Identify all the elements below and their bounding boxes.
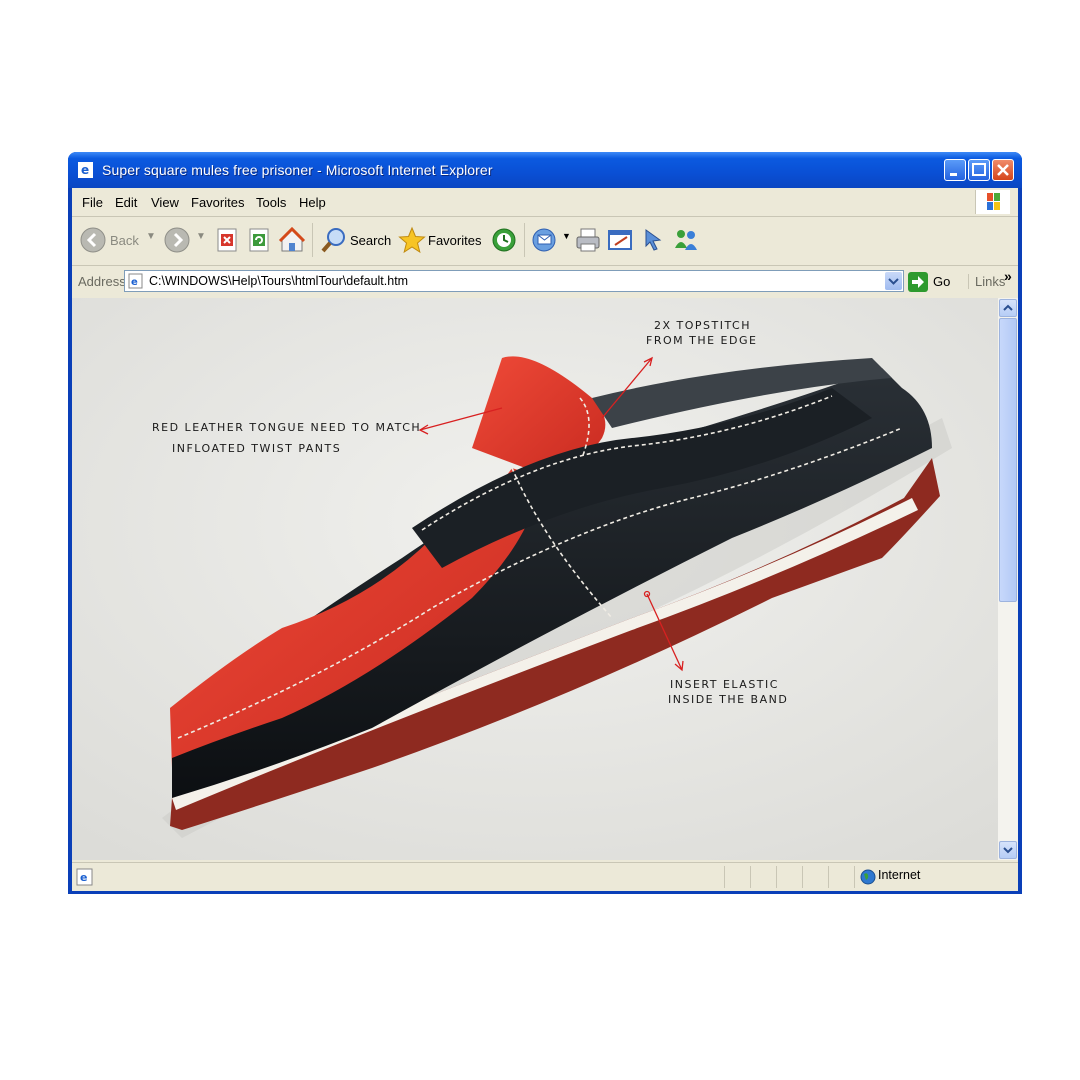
status-divider bbox=[828, 866, 829, 888]
annotation-tongue-line1: RED LEATHER TONGUE NEED TO MATCH bbox=[152, 421, 422, 434]
status-divider bbox=[802, 866, 803, 888]
status-bar: e Internet bbox=[72, 862, 1018, 891]
standard-toolbar: Back ▼ ▼ Search Favorites ▼ bbox=[72, 217, 1018, 266]
status-divider bbox=[750, 866, 751, 888]
menu-view[interactable]: View bbox=[151, 195, 179, 210]
annotation-elastic-line2: INSIDE THE BAND bbox=[668, 693, 789, 706]
shoe-image bbox=[72, 298, 998, 860]
page-content: 2X TOPSTITCH FROM THE EDGE RED LEATHER T… bbox=[72, 298, 998, 860]
forward-icon[interactable] bbox=[164, 227, 190, 253]
page-icon: e bbox=[128, 273, 143, 289]
edit-icon[interactable] bbox=[606, 226, 634, 254]
refresh-icon[interactable] bbox=[248, 228, 270, 252]
favorites-star-icon[interactable] bbox=[398, 226, 426, 254]
chevron-down-icon bbox=[1003, 847, 1013, 854]
links-button[interactable]: Links bbox=[968, 274, 1005, 289]
address-dropdown-button[interactable] bbox=[885, 272, 902, 290]
minimize-button[interactable] bbox=[944, 159, 966, 181]
address-label: Address bbox=[78, 274, 126, 289]
svg-text:e: e bbox=[131, 277, 138, 288]
home-icon[interactable] bbox=[278, 226, 306, 254]
stop-icon[interactable] bbox=[216, 228, 238, 252]
toolbar-overflow-icon[interactable]: » bbox=[1004, 268, 1012, 284]
print-icon[interactable] bbox=[574, 226, 602, 254]
menu-bar: File Edit View Favorites Tools Help bbox=[72, 188, 1018, 217]
minimize-icon bbox=[950, 173, 957, 176]
annotation-elastic-line1: INSERT ELASTIC bbox=[670, 678, 779, 691]
browser-chrome: File Edit View Favorites Tools Help Back… bbox=[72, 188, 1018, 891]
mail-icon[interactable] bbox=[532, 226, 560, 254]
maximize-icon bbox=[972, 163, 986, 176]
status-divider bbox=[854, 866, 855, 888]
menu-file[interactable]: File bbox=[82, 195, 103, 210]
chevron-up-icon bbox=[1003, 304, 1013, 311]
page-status-icon: e bbox=[76, 868, 93, 886]
address-text[interactable]: C:\WINDOWS\Help\Tours\htmlTour\default.h… bbox=[149, 274, 408, 288]
status-divider bbox=[776, 866, 777, 888]
go-arrow-icon[interactable] bbox=[908, 272, 928, 292]
security-zone-label: Internet bbox=[878, 868, 921, 882]
status-divider bbox=[724, 866, 725, 888]
windows-logo bbox=[975, 190, 1010, 214]
vertical-scrollbar[interactable] bbox=[998, 298, 1018, 860]
search-icon[interactable] bbox=[320, 226, 348, 254]
maximize-button[interactable] bbox=[968, 159, 990, 181]
messenger-icon[interactable] bbox=[672, 226, 700, 254]
favorites-label[interactable]: Favorites bbox=[428, 233, 481, 248]
title-bar[interactable]: e Super square mules free prisoner - Mic… bbox=[68, 152, 1022, 188]
window-title: Super square mules free prisoner - Micro… bbox=[102, 162, 493, 178]
annotation-topstitch-line2: FROM THE EDGE bbox=[646, 334, 758, 347]
menu-favorites[interactable]: Favorites bbox=[191, 195, 244, 210]
windows-flag-icon bbox=[987, 193, 1000, 210]
svg-text:e: e bbox=[81, 163, 89, 177]
scroll-up-button[interactable] bbox=[999, 299, 1017, 317]
ie-icon: e bbox=[78, 162, 93, 178]
globe-icon bbox=[860, 869, 876, 885]
scroll-thumb[interactable] bbox=[999, 318, 1017, 602]
chevron-down-icon bbox=[888, 278, 899, 285]
scroll-down-button[interactable] bbox=[999, 841, 1017, 859]
search-label[interactable]: Search bbox=[350, 233, 391, 248]
menu-help[interactable]: Help bbox=[299, 195, 326, 210]
menu-tools[interactable]: Tools bbox=[256, 195, 286, 210]
mail-dropdown-icon[interactable]: ▼ bbox=[562, 231, 571, 241]
back-icon[interactable] bbox=[80, 227, 106, 253]
browser-window: e Super square mules free prisoner - Mic… bbox=[68, 152, 1022, 894]
go-button[interactable]: Go bbox=[933, 274, 950, 289]
research-icon[interactable] bbox=[640, 226, 666, 254]
annotation-tongue-line2: INFLOATED TWIST PANTS bbox=[172, 442, 342, 455]
back-dropdown-icon[interactable]: ▼ bbox=[146, 231, 156, 242]
close-button[interactable] bbox=[992, 159, 1014, 181]
close-icon bbox=[997, 164, 1009, 176]
svg-text:e: e bbox=[80, 871, 87, 884]
address-bar: Address e C:\WINDOWS\Help\Tours\htmlTour… bbox=[72, 266, 1018, 296]
annotation-topstitch-line1: 2X TOPSTITCH bbox=[654, 319, 752, 332]
forward-dropdown-icon[interactable]: ▼ bbox=[196, 231, 206, 242]
history-icon[interactable] bbox=[490, 226, 518, 254]
menu-edit[interactable]: Edit bbox=[115, 195, 137, 210]
address-input[interactable]: e C:\WINDOWS\Help\Tours\htmlTour\default… bbox=[124, 270, 904, 292]
back-label[interactable]: Back bbox=[110, 233, 139, 248]
